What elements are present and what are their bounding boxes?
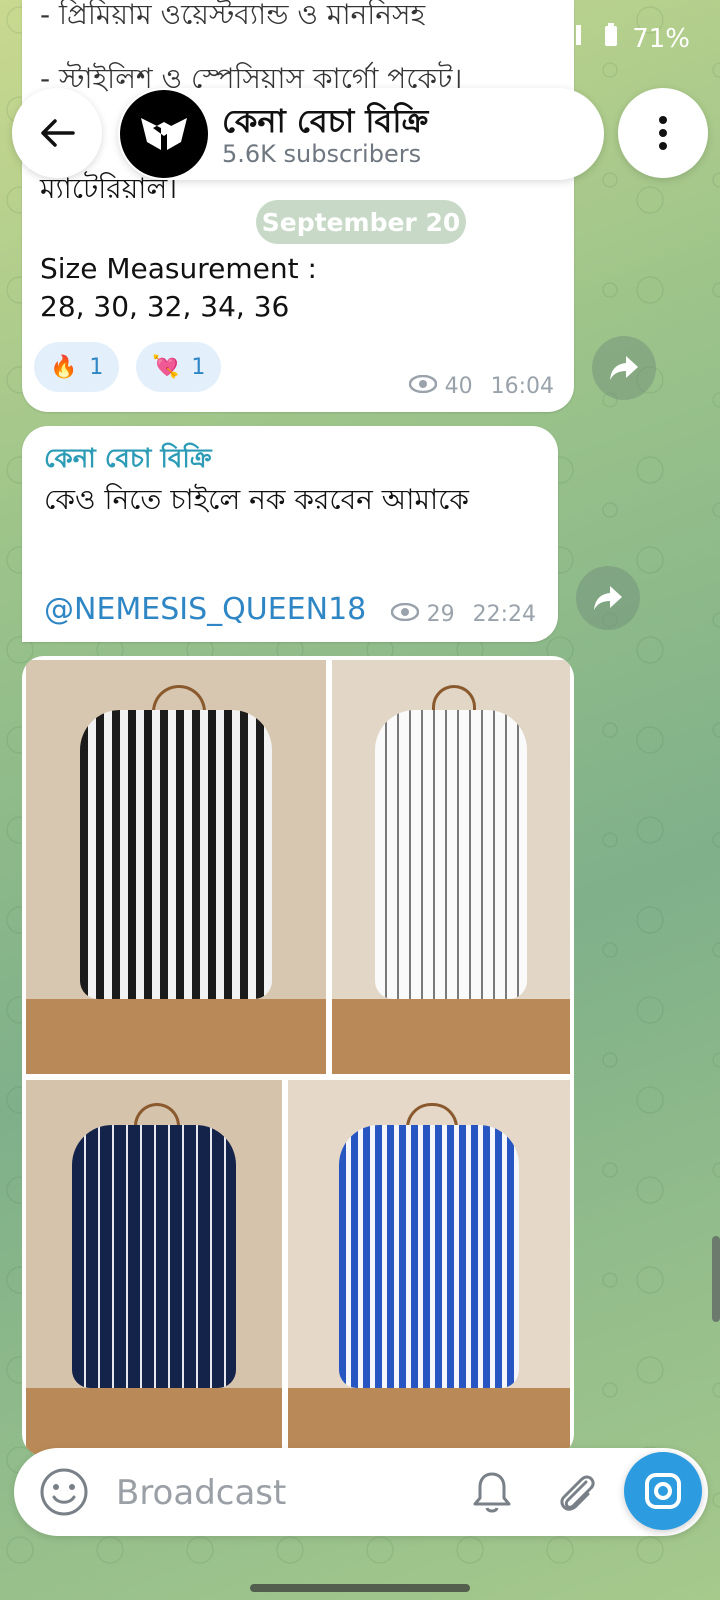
reaction-fire[interactable]: 🔥 1 bbox=[34, 342, 120, 392]
username-link[interactable]: @NEMESIS_QUEEN18 bbox=[44, 592, 366, 627]
camera-button[interactable] bbox=[624, 1452, 702, 1530]
subscriber-count: 5.6K subscribers bbox=[222, 140, 422, 168]
status-time: 11:40 bbox=[60, 22, 148, 52]
attach-button[interactable] bbox=[550, 1466, 602, 1518]
notification-toggle-button[interactable] bbox=[466, 1466, 518, 1518]
shirt-image bbox=[374, 709, 528, 1000]
scrollbar[interactable] bbox=[712, 1236, 720, 1322]
battery-icon bbox=[604, 23, 618, 54]
message-meta: 29 22:24 bbox=[390, 602, 536, 627]
album-photo[interactable] bbox=[26, 660, 326, 1074]
signal-icon bbox=[496, 23, 536, 54]
message-text: কেও নিতে চাইলে নক করবেন আমাকে bbox=[44, 483, 469, 516]
view-count: 40 bbox=[444, 374, 473, 399]
forward-button[interactable] bbox=[592, 336, 656, 400]
photo-album bbox=[22, 656, 574, 1456]
wifi-icon bbox=[452, 23, 482, 54]
message-author: কেনা বেচা বিক্রি bbox=[44, 444, 212, 474]
date-chip: September 20 bbox=[256, 200, 466, 244]
composer-bar bbox=[14, 1448, 708, 1536]
table-surface bbox=[26, 1388, 282, 1456]
signal-icon bbox=[550, 23, 590, 54]
message-time: 22:24 bbox=[472, 602, 536, 627]
camera-icon bbox=[645, 1473, 681, 1509]
reaction-count: 1 bbox=[191, 354, 206, 380]
reaction-count: 1 bbox=[89, 354, 104, 380]
battery-level: 71% bbox=[632, 23, 690, 54]
mute-icon bbox=[412, 22, 438, 55]
album-photo[interactable] bbox=[332, 660, 570, 1074]
album-photo[interactable] bbox=[26, 1080, 282, 1456]
channel-header[interactable]: কেনা বেচা বিক্রি 5.6K subscribers bbox=[118, 88, 604, 180]
eye-icon bbox=[390, 602, 419, 627]
shirt-image bbox=[338, 1125, 520, 1389]
bell-icon bbox=[473, 1472, 511, 1513]
channel-avatar[interactable] bbox=[120, 90, 208, 178]
fire-icon: 🔥 bbox=[50, 354, 78, 380]
paperclip-icon bbox=[560, 1475, 595, 1511]
heart-arrow-icon: 💘 bbox=[152, 354, 180, 380]
back-arrow-icon bbox=[41, 119, 75, 147]
message-bubble-2: কেনা বেচা বিক্রি কেও নিতে চাইলে নক করবেন… bbox=[22, 426, 558, 642]
shirt-image bbox=[80, 709, 272, 1000]
status-bar: 11:40 71% bbox=[0, 0, 720, 80]
table-surface bbox=[332, 999, 570, 1074]
emoji-icon bbox=[40, 1468, 88, 1516]
reaction-heart-arrow[interactable]: 💘 1 bbox=[136, 342, 222, 392]
message-meta: 40 16:04 bbox=[408, 374, 554, 399]
eye-icon bbox=[408, 374, 437, 399]
album-photo[interactable] bbox=[288, 1080, 570, 1456]
forward-button[interactable] bbox=[576, 566, 640, 630]
hanger-shape bbox=[431, 684, 477, 713]
message-time: 16:04 bbox=[490, 374, 554, 399]
table-surface bbox=[26, 999, 326, 1074]
hanger-shape bbox=[152, 684, 206, 713]
size-label: Size Measurement : bbox=[40, 252, 317, 285]
back-button[interactable] bbox=[12, 88, 102, 178]
view-count: 29 bbox=[426, 602, 455, 627]
forward-icon bbox=[610, 356, 638, 380]
broadcast-input[interactable] bbox=[114, 1462, 438, 1524]
status-icons: 71% bbox=[412, 22, 690, 55]
channel-logo-icon bbox=[141, 118, 187, 150]
emoji-button[interactable] bbox=[38, 1466, 90, 1518]
home-indicator[interactable] bbox=[250, 1584, 470, 1592]
more-menu-button[interactable] bbox=[618, 88, 708, 178]
forward-icon bbox=[594, 586, 622, 610]
table-surface bbox=[288, 1388, 570, 1456]
shirt-image bbox=[72, 1125, 236, 1389]
more-vertical-icon bbox=[659, 116, 667, 150]
size-values: 28, 30, 32, 34, 36 bbox=[40, 290, 290, 323]
